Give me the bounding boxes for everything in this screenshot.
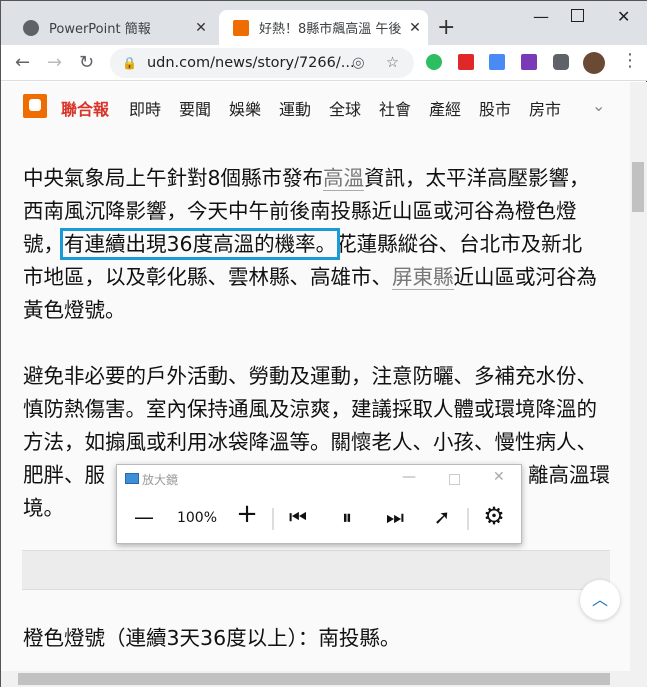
horizontal-scrollbar[interactable] [1,671,647,687]
browser-toolbar: ← → ↻ 🔒 udn.com/news/story/7266/... ◎ ☆ … [1,45,647,81]
read-from-pointer-icon[interactable]: ➚ [429,505,455,529]
url-text: udn.com/news/story/7266/... [146,55,355,71]
divider [467,508,469,530]
close-tab-icon[interactable]: ✕ [402,20,428,36]
onenote-icon[interactable] [521,54,537,70]
flipboard-icon[interactable] [458,54,474,70]
text: 慎防熱傷害。室內保持通風及涼爽，建議採取人體或環境降溫的 [23,397,597,421]
text: 近山區或河谷為 [453,265,598,289]
web-page: 聯合報 即時 要聞 娛樂 運動 全球 社會 產經 股市 房市 ⌄ 中央氣象局上午… [1,82,630,671]
udn-logo[interactable] [23,94,47,118]
nav-item[interactable]: 產經 [429,96,461,120]
zoom-level: 100% [176,510,218,526]
nav-item[interactable]: 社會 [379,96,411,120]
forward-button[interactable]: → [47,52,62,73]
window-title: 放大鏡 [142,473,179,487]
tab-powerpoint[interactable]: PowerPoint 簡報 ✕ [9,10,214,45]
minimize-button[interactable]: — [533,7,549,26]
text: 資訊，太平洋高壓影響， [364,166,590,190]
bookmark-star-icon[interactable]: ☆ [386,55,399,71]
evernote-icon[interactable] [426,54,442,70]
tab-udn[interactable]: 好熱！8縣市飆高溫 午後大 ✕ [219,10,428,45]
nav-item[interactable]: 即時 [129,96,161,120]
chevron-down-icon[interactable]: ⌄ [592,96,605,115]
puzzle-icon[interactable] [553,54,569,70]
close-tab-icon[interactable]: ✕ [188,20,214,36]
nav-item[interactable]: 娛樂 [229,96,261,120]
minimize-button[interactable]: — [402,469,416,485]
back-button[interactable]: ← [15,52,30,73]
google-translate-icon[interactable] [489,54,505,70]
ad-placeholder [22,550,610,590]
tab-bar: PowerPoint 簡報 ✕ 好熱！8縣市飆高溫 午後大 ✕ + — ✕ [1,1,647,45]
address-bar[interactable]: 🔒 udn.com/news/story/7266/... ◎ ☆ [110,48,414,78]
vertical-scrollbar[interactable] [630,82,647,671]
text: 橙色燈號（連續3天36度以上）：南投縣。 [23,626,401,650]
gear-icon[interactable]: ⚙ [480,502,508,530]
nav-item[interactable]: 全球 [329,96,361,120]
zoom-in-button[interactable]: + [234,499,260,529]
pause-icon[interactable]: ⏸ [334,505,360,529]
nav-item[interactable]: 股市 [479,96,511,120]
text: 花蓮縣縱谷、台北市及新北 [336,232,583,256]
text: 方法，如搧風或利用冰袋降溫等。關懷老人、小孩、慢性病人、 [23,430,597,454]
lock-icon: 🔒 [122,56,137,70]
back-to-top-button[interactable]: ︿ [580,580,620,620]
nav-item[interactable]: 要聞 [179,96,211,120]
text: 市地區，以及彰化縣、雲林縣、高雄市、 [23,265,392,289]
maximize-button[interactable] [571,9,584,22]
text: 黃色燈號。 [23,298,126,322]
magnifier-window: 放大鏡 — ✕ — 100% + ⏮ ⏸ ⏭ ➚ ⚙ [116,464,522,544]
avatar[interactable] [583,52,605,74]
nav-item[interactable]: 運動 [279,96,311,120]
maximize-button[interactable] [449,474,460,485]
reload-button[interactable]: ↻ [79,52,94,73]
text: 避免非必要的戶外活動、勞動及運動，注意防曬、多補充水份、 [23,364,597,388]
next-icon[interactable]: ⏭ [382,505,408,529]
text: 離高溫環 [528,463,610,487]
scroll-thumb[interactable] [632,162,644,212]
text: 號， [23,232,64,256]
text: 肥胖、服 [23,463,105,487]
new-tab-button[interactable]: + [437,15,455,40]
keyword-link[interactable]: 屏東縣 [392,265,454,290]
highlighted-sentence: 有連續出現36度高溫的機率。 [59,228,341,260]
nav-item[interactable]: 房市 [529,96,561,120]
keyword-link[interactable]: 高溫 [323,166,365,191]
tab-title: 好熱！8縣市飆高溫 午後大 [259,22,402,37]
site-nav: 聯合報 即時 要聞 娛樂 運動 全球 社會 產經 股市 房市 ⌄ [1,82,630,132]
location-blocked-icon[interactable]: ◎ [352,55,365,71]
magnifier-app-icon [125,473,139,484]
zoom-out-button[interactable]: — [132,505,156,529]
scroll-thumb[interactable] [18,673,610,685]
text: 中央氣象局上午針對8個縣市發布 [23,166,324,190]
divider [272,508,274,530]
close-window-button[interactable]: ✕ [617,7,630,26]
previous-icon[interactable]: ⏮ [285,505,311,529]
udn-favicon [233,19,249,36]
tab-title: PowerPoint 簡報 [49,22,151,37]
globe-icon [23,19,39,36]
menu-icon[interactable]: ⋮ [621,50,639,71]
close-button[interactable]: ✕ [493,469,505,485]
text: 西南風沉降影響，今天中午前後南投縣近山區或河谷為橙色燈 [23,199,577,223]
brand-name[interactable]: 聯合報 [61,96,109,120]
